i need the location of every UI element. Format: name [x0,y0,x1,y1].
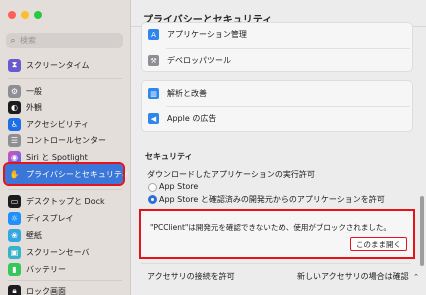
row-label: 解析と改善 [167,89,207,98]
sidebar-divider [8,78,122,79]
radio-app-store[interactable] [148,183,157,192]
row-label: アプリケーション管理 [167,30,247,39]
sidebar-item-label: アクセシビリティ [26,119,90,129]
sidebar-item-appearance[interactable]: ◐ 外観 [8,100,124,114]
lock-icon: 🔒︎ [8,284,21,295]
sidebar-item-label: Siri と Spotlight [26,152,88,162]
privacy-group-analytics: ▥ 解析と改善 ◀ Apple の広告 [141,80,413,132]
row-apple-advertising[interactable]: ◀ Apple の広告 [148,113,216,124]
privacy-group-top: A アプリケーション管理 ⚒ デベロッパツール [141,22,413,72]
sidebar-item-screen-saver[interactable]: ▣ スクリーンセーバ [8,245,124,259]
sidebar-item-label: 壁紙 [26,230,42,240]
sidebar-item-general[interactable]: ⚙ 一般 [8,84,124,98]
megaphone-icon: ◀ [148,113,159,124]
sidebar-item-privacy-security[interactable]: ✋ プライバシーとセキュリティ [3,162,129,186]
settings-window: ⌕ ⧗ スクリーンタイム ⚙ 一般 ◐ 外観 ♿ アクセシビリティ ☰ コントロ… [0,0,426,295]
app-store-icon: A [148,29,159,40]
row-analytics[interactable]: ▥ 解析と改善 [148,88,207,99]
battery-icon: ▮ [8,262,21,276]
sidebar-item-label: ディスプレイ [26,213,74,223]
sidebar-item-label: デスクトップと Dock [26,196,105,206]
window-controls [8,11,42,19]
row-app-management[interactable]: A アプリケーション管理 [148,29,247,40]
sidebar-item-label: ロック画面 [26,286,66,295]
radio-app-store-identified-label[interactable]: App Store と確認済みの開発元からのアプリケーションを許可 [159,194,385,205]
minimize-window-button[interactable] [21,11,29,19]
sidebar-item-wallpaper[interactable]: ❀ 壁紙 [8,228,124,242]
control-center-icon: ☰ [8,133,21,147]
hourglass-icon: ⧗ [8,58,21,72]
blocked-app-message: "PCClient"は開発元を確認できないため、使用がブロックされました。 [150,223,391,232]
search-icon: ⌕ [10,35,16,46]
sidebar-item-desktop-dock[interactable]: ▭ デスクトップと Dock [8,194,124,208]
sidebar-item-siri-spotlight[interactable]: ◉ Siri と Spotlight [8,150,124,164]
sidebar-item-label: バッテリー [26,264,66,274]
accessory-connect-popup[interactable]: 新しいアクセサリの場合は確認 ⌃ [297,271,419,282]
display-icon: ☼ [8,211,21,225]
search-field[interactable]: ⌕ [6,33,123,48]
open-anyway-button[interactable]: このまま開く [350,237,407,251]
dock-icon: ▭ [8,194,21,208]
sidebar-item-label: 外観 [26,102,42,112]
sidebar-item-screen-time[interactable]: ⧗ スクリーンタイム [8,58,124,72]
radio-app-store-identified[interactable] [148,195,157,204]
scrollbar[interactable] [420,196,424,266]
analytics-icon: ▥ [148,88,159,99]
sidebar-item-battery[interactable]: ▮ バッテリー [8,262,124,276]
section-divider [141,263,411,264]
screensaver-icon: ▣ [8,245,21,259]
search-input[interactable] [20,36,115,45]
sidebar-item-label: スクリーンセーバ [26,247,90,257]
zoom-window-button[interactable] [34,11,42,19]
sidebar-item-accessibility[interactable]: ♿ アクセシビリティ [8,117,124,131]
chevron-updown-icon: ⌃ [413,273,420,281]
main-pane: プライバシーとセキュリティ A アプリケーション管理 ⚒ デベロッパツール ▥ … [131,0,426,295]
security-section-title: セキュリティ [145,152,193,161]
row-divider [166,106,410,107]
sidebar-item-label: プライバシーとセキュリティ [26,169,130,179]
accessory-connect-label: アクセサリの接続を許可 [147,272,235,281]
hand-icon: ✋ [9,169,20,179]
row-developer-tools[interactable]: ⚒ デベロッパツール [148,55,231,66]
sidebar-item-label: コントロールセンター [26,135,106,145]
sidebar-item-control-center[interactable]: ☰ コントロールセンター [8,133,124,147]
row-label: Apple の広告 [167,114,217,123]
blocked-app-notice: "PCClient"は開発元を確認できないため、使用がブロックされました。 この… [139,209,415,259]
sidebar: ⌕ ⧗ スクリーンタイム ⚙ 一般 ◐ 外観 ♿ アクセシビリティ ☰ コントロ… [0,0,131,295]
accessibility-icon: ♿ [8,117,21,131]
sidebar-item-label: スクリーンタイム [26,60,90,70]
sidebar-divider [8,189,122,190]
hammer-icon: ⚒ [148,55,159,66]
sidebar-divider [8,280,122,281]
allow-apps-label: ダウンロードしたアプリケーションの実行許可 [147,170,315,179]
appearance-icon: ◐ [8,100,21,114]
sidebar-item-label: 一般 [26,86,42,96]
gear-icon: ⚙ [8,84,21,98]
row-label: デベロッパツール [167,56,231,65]
close-window-button[interactable] [8,11,16,19]
siri-icon: ◉ [8,150,21,164]
accessory-connect-value: 新しいアクセサリの場合は確認 [297,272,409,281]
radio-app-store-label[interactable]: App Store [159,182,198,191]
wallpaper-icon: ❀ [8,228,21,242]
sidebar-item-lock-screen[interactable]: 🔒︎ ロック画面 [8,284,124,295]
row-divider [166,48,410,49]
sidebar-item-displays[interactable]: ☼ ディスプレイ [8,211,124,225]
